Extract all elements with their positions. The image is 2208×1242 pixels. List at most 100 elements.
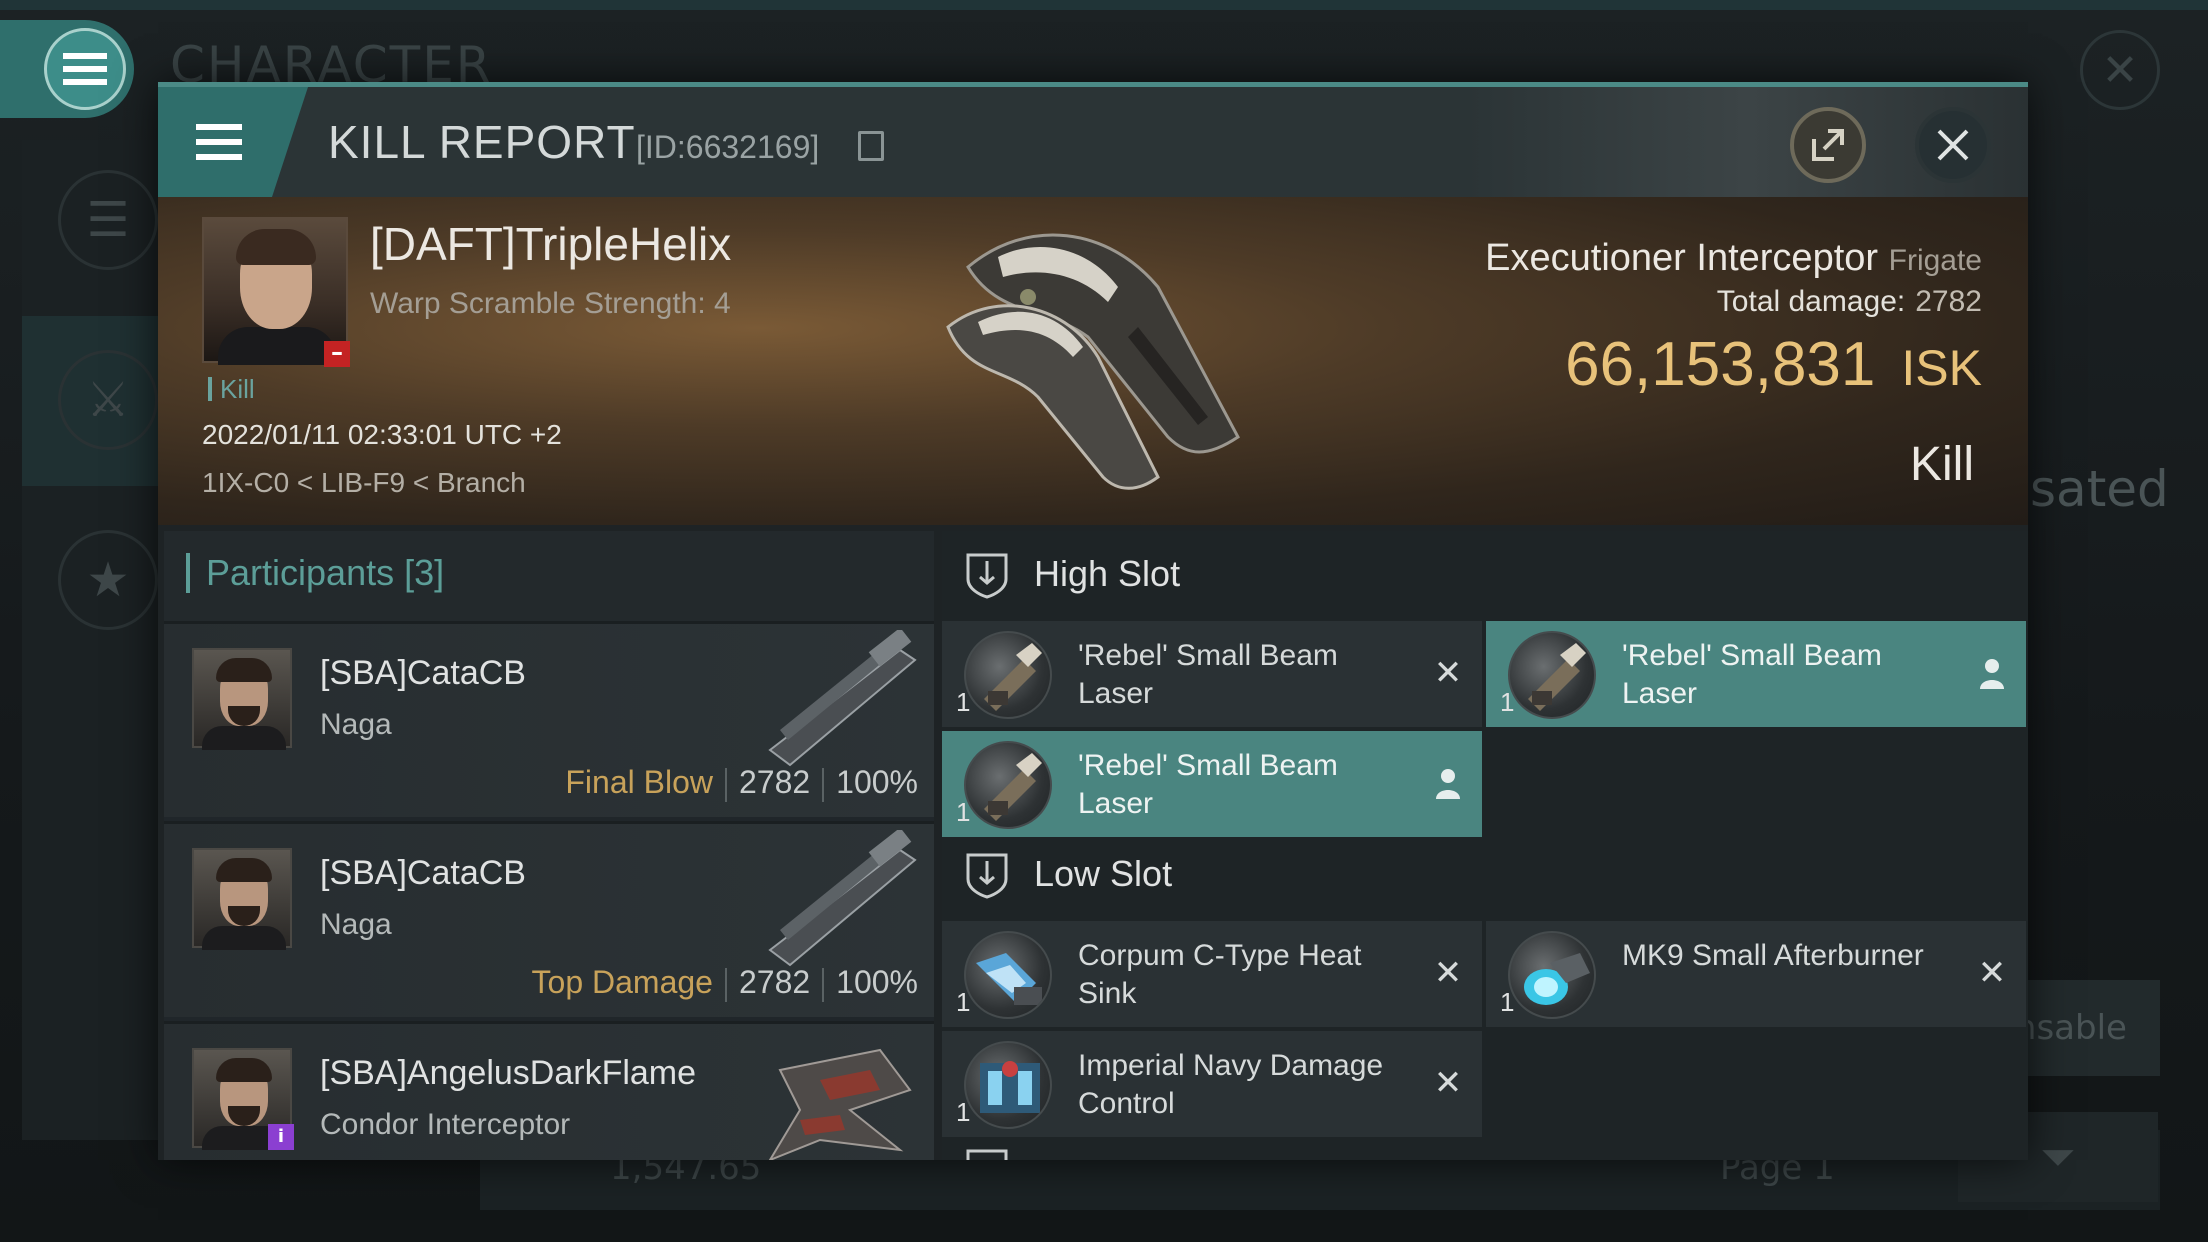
hamburger-icon: [44, 28, 126, 110]
high-slot-header: High Slot: [942, 531, 2028, 617]
participant-percent: 100%: [836, 764, 918, 800]
naga-ship-icon: [768, 830, 917, 967]
destroyed-icon: ✕: [1977, 953, 2007, 993]
kill-report-modal: KILL REPORT [ID:6632169] – [DAFT]TripleH…: [158, 82, 2028, 1160]
standing-badge-icon: –: [324, 340, 350, 367]
item-quantity: 1: [956, 1097, 971, 1127]
isk-value: 66,153,831 ISK: [1565, 329, 1982, 400]
star-icon[interactable]: ★: [58, 530, 158, 630]
total-damage-label: Total damage:: [1716, 285, 1906, 318]
ship-name[interactable]: Executioner Interceptor Frigate: [1485, 237, 1982, 280]
share-button[interactable]: [1790, 107, 1866, 183]
modal-header: KILL REPORT [ID:6632169]: [158, 87, 2028, 197]
participant-ship: Naga: [320, 708, 392, 741]
close-button[interactable]: [1915, 107, 1991, 183]
ship-type: Executioner Interceptor: [1485, 237, 1879, 279]
beam-laser-icon: [964, 741, 1052, 829]
next-slot-header: [942, 1143, 2028, 1160]
participants-header: Participants [3]: [164, 531, 934, 621]
participant-stats: Final Blow 2782 100%: [565, 764, 918, 802]
item-name: Imperial Navy Damage Control: [1078, 1049, 1384, 1120]
participant-name: [SBA]AngelusDarkFlame: [320, 1054, 697, 1092]
slot-item[interactable]: 1 'Rebel' Small Beam Laser ✕: [942, 621, 1482, 727]
background-close-icon[interactable]: ✕: [2080, 30, 2160, 110]
participant-name: [SBA]CataCB: [320, 654, 526, 692]
item-quantity: 1: [956, 987, 971, 1017]
item-name: 'Rebel' Small Beam Laser: [1078, 639, 1338, 710]
damage-control-icon: [964, 1041, 1052, 1129]
participant-row[interactable]: i [SBA]AngelusDarkFlame Condor Intercept…: [164, 1021, 934, 1160]
high-slot-label: High Slot: [1034, 553, 1181, 594]
low-slot-label: Low Slot: [1034, 853, 1173, 894]
kill-location[interactable]: 1IX-C0 < LIB-F9 < Branch: [202, 467, 526, 499]
item-quantity: 1: [956, 687, 971, 717]
item-quantity: 1: [1500, 987, 1515, 1017]
close-icon: [1937, 129, 1969, 161]
info-badge-icon: i: [268, 1124, 294, 1150]
avatar[interactable]: [192, 848, 292, 950]
background-text: sated: [2030, 460, 2169, 518]
list-icon[interactable]: ☰: [58, 170, 158, 270]
report-id: [ID:6632169]: [636, 129, 820, 165]
fitting-panel: High Slot 1 'Rebel' Small Beam Laser ✕ 1…: [942, 531, 2028, 1160]
afterburner-icon: [1508, 931, 1596, 1019]
slot-item[interactable]: 1 'Rebel' Small Beam Laser: [942, 731, 1482, 837]
top-damage-label: Top Damage: [531, 964, 713, 1000]
crossed-swords-icon[interactable]: ⚔: [58, 350, 158, 450]
high-slot-icon: [966, 553, 1008, 599]
isk-amount: 66,153,831: [1565, 330, 1876, 399]
low-slot-icon: [966, 853, 1008, 899]
slot-item[interactable]: 1 Imperial Navy Damage Control ✕: [942, 1031, 1482, 1137]
destroyed-icon: ✕: [1433, 1063, 1463, 1103]
destroyed-icon: ✕: [1433, 653, 1463, 693]
final-blow-label: Final Blow: [565, 764, 713, 800]
participant-stats: Top Damage 2782 100%: [532, 964, 918, 1002]
ship-image: [946, 233, 1240, 490]
participant-ship: Naga: [320, 908, 392, 941]
dropped-person-icon: [1428, 761, 1468, 805]
kill-timestamp: 2022/01/11 02:33:01 UTC +2: [202, 419, 562, 450]
item-name: Corpum C-Type Heat Sink: [1078, 939, 1362, 1010]
avatar[interactable]: [192, 648, 292, 750]
item-name: MK9 Small Afterburner: [1622, 939, 1924, 972]
main-menu-button[interactable]: [0, 20, 134, 118]
item-name: 'Rebel' Small Beam Laser: [1078, 749, 1338, 820]
slot-item[interactable]: 1 Corpum C-Type Heat Sink ✕: [942, 921, 1482, 1027]
result-label: Kill: [1909, 438, 1974, 491]
isk-unit: ISK: [1901, 340, 1982, 396]
victim-name[interactable]: [DAFT]TripleHelix: [370, 217, 731, 271]
slot-item[interactable]: 1 MK9 Small Afterburner ✕: [1486, 921, 2026, 1027]
slot-item[interactable]: 1 'Rebel' Small Beam Laser: [1486, 621, 2026, 727]
beam-laser-icon: [964, 631, 1052, 719]
modal-title: KILL REPORT: [328, 116, 636, 168]
item-quantity: 1: [1500, 687, 1515, 717]
participant-damage: 2782: [738, 964, 811, 1000]
participants-panel: Participants [3] [SBA]CataCB Naga Final …: [164, 531, 934, 1160]
ship-class: Frigate: [1888, 244, 1982, 277]
background-top-bar: [0, 0, 2208, 10]
copy-icon[interactable]: [858, 131, 884, 161]
destroyed-icon: ✕: [1433, 953, 1463, 993]
item-quantity: 1: [956, 797, 971, 827]
participant-ship: Condor Interceptor: [320, 1108, 571, 1141]
condor-ship-icon: [768, 1048, 912, 1160]
background-sidebar: [22, 140, 162, 1140]
item-name: 'Rebel' Small Beam Laser: [1622, 639, 1882, 710]
heat-sink-icon: [964, 931, 1052, 1019]
participant-percent: 100%: [836, 964, 918, 1000]
hamburger-icon: [190, 124, 242, 160]
participant-damage: 2782: [738, 764, 811, 800]
participant-row[interactable]: [SBA]CataCB Naga Top Damage 2782 100%: [164, 821, 934, 1017]
naga-ship-icon: [768, 630, 917, 767]
beam-laser-icon: [1508, 631, 1596, 719]
victim-banner: – [DAFT]TripleHelix Warp Scramble Streng…: [158, 197, 2028, 525]
dropped-person-icon: [1972, 651, 2012, 695]
participant-row[interactable]: [SBA]CataCB Naga Final Blow 2782 100%: [164, 621, 934, 817]
modal-menu-button[interactable]: [158, 87, 308, 197]
participants-title: Participants [3]: [186, 553, 444, 593]
warp-scramble-strength: Warp Scramble Strength: 4: [370, 287, 731, 320]
kill-tag: Kill: [208, 376, 255, 402]
total-damage-value: 2782: [1915, 285, 1982, 318]
external-link-icon: [1812, 129, 1844, 161]
participant-name: [SBA]CataCB: [320, 854, 526, 892]
